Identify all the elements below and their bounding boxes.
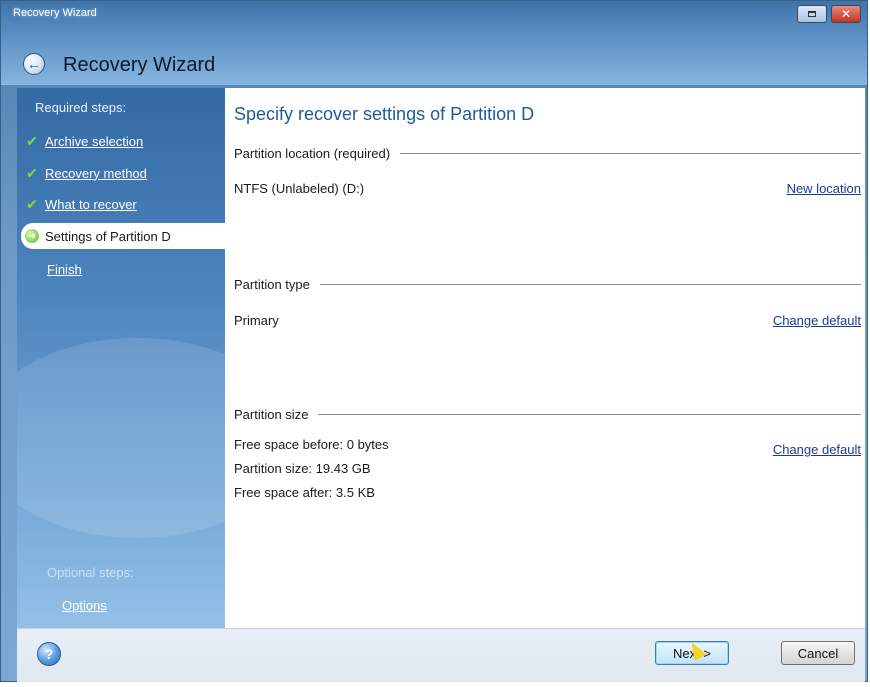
step-what-to-recover[interactable]: ✔ What to recover <box>25 193 137 215</box>
window-controls: ✕ <box>797 5 861 23</box>
arrow-right-icon: ➜ <box>25 229 39 243</box>
minimize-icon <box>808 11 816 17</box>
step-label: Archive selection <box>45 133 144 149</box>
cancel-button-label: Cancel <box>797 645 839 661</box>
step-label: Finish <box>47 261 82 277</box>
step-options[interactable]: Options <box>62 598 107 613</box>
partition-location-section-header: Partition location (required) <box>234 146 861 161</box>
partition-type-value: Primary <box>234 313 279 328</box>
free-space-after: Free space after: 3.5 KB <box>234 485 375 500</box>
main-content: Specify recover settings of Partition D … <box>225 88 865 628</box>
step-label: What to recover <box>45 196 137 212</box>
wizard-footer: ? Next > Cancel <box>17 628 865 682</box>
check-icon: ✔ <box>26 132 38 149</box>
partition-location-value: NTFS (Unlabeled) (D:) <box>234 181 365 196</box>
partition-type-section-header: Partition type <box>234 277 861 292</box>
required-steps-heading: Required steps: <box>35 100 127 115</box>
step-settings-of-partition-d: ➜ Settings of Partition D <box>21 223 225 249</box>
step-finish[interactable]: Finish <box>47 258 82 280</box>
step-label: Settings of Partition D <box>45 228 171 244</box>
partition-type-heading: Partition type <box>234 277 310 292</box>
close-button[interactable]: ✕ <box>831 5 861 23</box>
steps-sidebar: Required steps: ✔ Archive selection ✔ Re… <box>17 88 225 628</box>
optional-steps-heading: Optional steps: <box>47 565 134 580</box>
divider <box>400 153 861 154</box>
step-archive-selection[interactable]: ✔ Archive selection <box>25 130 143 152</box>
change-type-default-link[interactable]: Change default <box>773 313 861 328</box>
partition-size-section-header: Partition size <box>234 407 861 422</box>
help-icon[interactable]: ? <box>37 642 61 666</box>
step-label: Recovery method <box>45 165 147 181</box>
app-title: Recovery Wizard <box>63 54 216 76</box>
step-recovery-method[interactable]: ✔ Recovery method <box>25 162 147 184</box>
check-icon: ✔ <box>26 195 38 212</box>
close-icon: ✕ <box>840 7 852 21</box>
partition-location-heading: Partition location (required) <box>234 146 391 161</box>
sidebar-decoration <box>17 338 225 538</box>
minimize-button[interactable] <box>797 5 827 23</box>
help-glyph: ? <box>44 646 54 662</box>
back-button[interactable]: ← <box>23 53 45 75</box>
cancel-button[interactable]: Cancel <box>781 641 855 665</box>
window-caption: Recovery Wizard <box>13 7 97 19</box>
recovery-wizard-window: Recovery Wizard ✕ ← Recovery Wizard Requ… <box>0 0 868 682</box>
change-size-default-link[interactable]: Change default <box>773 442 861 457</box>
page-title: Specify recover settings of Partition D <box>234 104 535 124</box>
back-arrow-icon: ← <box>27 56 41 72</box>
divider <box>318 414 861 415</box>
title-bar: Recovery Wizard ✕ ← Recovery Wizard <box>1 1 867 85</box>
check-icon: ✔ <box>26 164 38 181</box>
free-space-before: Free space before: 0 bytes <box>234 437 389 452</box>
new-location-link[interactable]: New location <box>787 181 861 196</box>
partition-size-value: Partition size: 19.43 GB <box>234 461 371 476</box>
divider <box>319 284 861 285</box>
partition-size-heading: Partition size <box>234 407 309 422</box>
